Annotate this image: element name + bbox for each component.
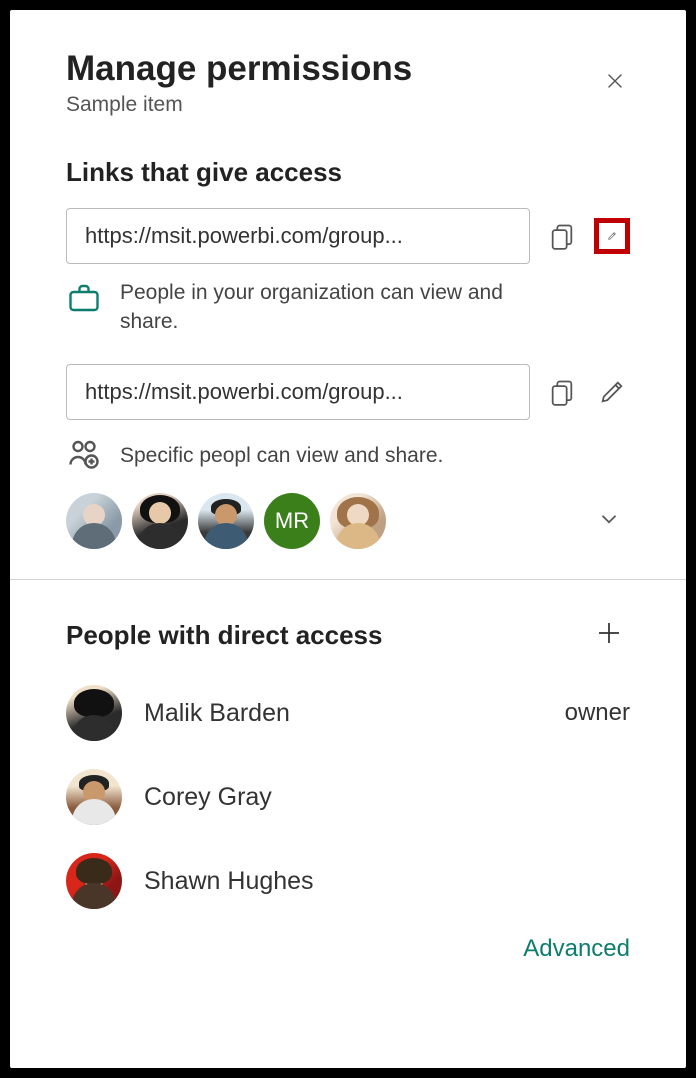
- link-description-text: People in your organization can view and…: [120, 278, 540, 337]
- direct-access-header: People with direct access: [10, 580, 686, 671]
- plus-icon: [594, 618, 624, 648]
- link-row: https://msit.powerbi.com/group...: [66, 208, 630, 264]
- link-description-row: Specific peopl can view and share.: [66, 434, 630, 477]
- person-name: Malik Barden: [144, 699, 290, 728]
- manage-permissions-panel: Manage permissions Sample item Links tha…: [10, 10, 686, 1068]
- copy-link-button[interactable]: [544, 218, 580, 254]
- edit-link-button[interactable]: [594, 218, 630, 254]
- avatar: [66, 769, 122, 825]
- close-button[interactable]: [596, 62, 634, 105]
- close-icon: [604, 70, 626, 92]
- avatar[interactable]: [132, 493, 188, 549]
- copy-icon: [548, 378, 576, 406]
- avatar[interactable]: [198, 493, 254, 549]
- link-url-field[interactable]: https://msit.powerbi.com/group...: [66, 364, 530, 420]
- person-name: Shawn Hughes: [144, 867, 314, 896]
- chevron-down-icon: [596, 506, 622, 532]
- copy-link-button[interactable]: [544, 374, 580, 410]
- avatar[interactable]: [330, 493, 386, 549]
- person-row: Corey Gray: [10, 755, 686, 839]
- links-section: Links that give access https://msit.powe…: [10, 133, 686, 580]
- person-name: Corey Gray: [144, 783, 272, 812]
- avatar-initials[interactable]: MR: [264, 493, 320, 549]
- link-url-field[interactable]: https://msit.powerbi.com/group...: [66, 208, 530, 264]
- avatar[interactable]: [66, 493, 122, 549]
- links-section-title: Links that give access: [66, 157, 630, 188]
- avatars-list: MR: [66, 493, 386, 549]
- avatar: [66, 853, 122, 909]
- person-row: Shawn Hughes: [10, 839, 686, 923]
- copy-icon: [548, 222, 576, 250]
- direct-access-title: People with direct access: [66, 620, 382, 651]
- person-info: Malik Barden: [66, 685, 290, 741]
- pencil-icon: [607, 222, 617, 250]
- expand-avatars-button[interactable]: [588, 498, 630, 545]
- edit-link-button[interactable]: [594, 374, 630, 410]
- person-info: Corey Gray: [66, 769, 272, 825]
- pencil-icon: [598, 378, 626, 406]
- person-role: owner: [565, 699, 630, 727]
- title-block: Manage permissions Sample item: [66, 50, 412, 117]
- panel-title: Manage permissions: [66, 50, 412, 89]
- panel-footer: Advanced: [10, 923, 686, 987]
- panel-header: Manage permissions Sample item: [10, 10, 686, 133]
- person-info: Shawn Hughes: [66, 853, 314, 909]
- panel-subtitle: Sample item: [66, 93, 412, 117]
- person-row: Malik Barden owner: [10, 671, 686, 755]
- link-description-text: Specific peopl can view and share.: [120, 441, 443, 470]
- advanced-link[interactable]: Advanced: [523, 935, 630, 963]
- link-row: https://msit.powerbi.com/group...: [66, 364, 630, 420]
- link-description-row: People in your organization can view and…: [66, 278, 630, 337]
- avatar: [66, 685, 122, 741]
- specific-people-icon: [66, 436, 102, 477]
- avatars-row: MR: [66, 493, 630, 549]
- add-person-button[interactable]: [588, 612, 630, 659]
- briefcase-icon: [66, 280, 102, 321]
